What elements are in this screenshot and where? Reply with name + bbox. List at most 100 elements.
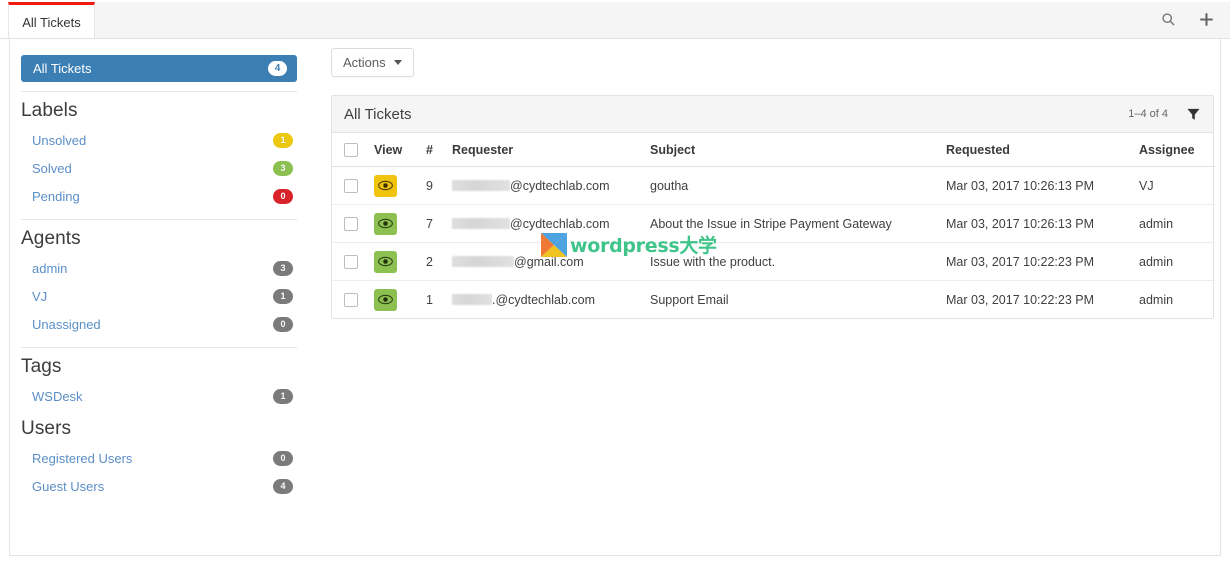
sidebar-item-unsolved[interactable]: Unsolved 1: [21, 126, 297, 154]
sidebar-item-registered-users-label: Registered Users: [32, 450, 133, 466]
sidebar-item-vj-label: VJ: [32, 288, 48, 304]
sidebar-item-unsolved-count: 1: [273, 132, 293, 148]
col-select-all: [332, 133, 374, 167]
row-number: 9: [426, 166, 452, 205]
sidebar-heading-agents: Agents: [21, 228, 81, 249]
actions-button-label: Actions: [343, 55, 386, 70]
col-assignee: Assignee: [1139, 133, 1215, 167]
row-select-cell: [332, 204, 374, 243]
tickets-card-title: All Tickets: [344, 105, 412, 123]
col-requested: Requested: [946, 133, 1139, 167]
sidebar-item-unassigned[interactable]: Unassigned 0: [21, 310, 297, 338]
eye-icon[interactable]: [374, 250, 397, 273]
sidebar-item-unsolved-label: Unsolved: [32, 132, 87, 148]
eye-icon[interactable]: [374, 174, 397, 197]
row-number: 1: [426, 292, 433, 307]
plus-icon[interactable]: [1196, 9, 1216, 29]
row-view-cell: [374, 281, 426, 319]
funnel-icon[interactable]: [1187, 108, 1200, 121]
sidebar-item-wsdesk-count: 1: [273, 388, 293, 404]
sidebar-item-wsdesk[interactable]: WSDesk 1: [21, 382, 297, 410]
row-select-cell: [332, 242, 374, 281]
chevron-down-icon: [393, 60, 402, 65]
row-checkbox[interactable]: [344, 216, 358, 231]
row-view-cell: [374, 242, 426, 281]
sidebar-item-registered-users[interactable]: Registered Users 0: [21, 444, 297, 472]
table-row[interactable]: 7 @cydtechlab.com About the Issue in Str…: [332, 204, 1215, 243]
col-number: #: [426, 133, 452, 167]
select-all-checkbox[interactable]: [344, 142, 358, 157]
tickets-card-header: All Tickets 1–4 of 4: [332, 96, 1213, 133]
redacted-block: [452, 293, 492, 305]
row-requester: .@cydtechlab.com: [452, 281, 650, 319]
tickets-card: All Tickets 1–4 of 4 View # Requester Su…: [331, 95, 1215, 319]
tab-all-tickets[interactable]: All Tickets: [8, 2, 95, 39]
row-requested: Mar 03, 2017 10:26:13 PM: [946, 204, 1139, 243]
sidebar-item-registered-users-count: 0: [273, 450, 293, 466]
tickets-card-header-right: 1–4 of 4: [1128, 108, 1200, 121]
sidebar-item-vj-count: 1: [273, 288, 293, 304]
row-number: 7: [426, 204, 452, 243]
sidebar-heading-tags: Tags: [21, 356, 62, 377]
redacted-block: [452, 179, 510, 191]
tickets-table: View # Requester Subject Requested Assig…: [332, 133, 1215, 318]
row-view-cell: [374, 204, 426, 243]
row-number: 2: [426, 242, 452, 281]
sidebar-item-vj[interactable]: VJ 1: [21, 282, 297, 310]
sidebar-item-admin-count: 3: [273, 260, 293, 276]
row-subject[interactable]: About the Issue in Stripe Payment Gatewa…: [650, 204, 946, 243]
col-view: View: [374, 133, 426, 167]
table-row[interactable]: 9 @cydtechlab.com goutha Mar 03, 2017 10…: [332, 166, 1215, 205]
sidebar-item-admin[interactable]: admin 3: [21, 254, 297, 282]
tab-all-tickets-label: All Tickets: [22, 14, 81, 30]
sidebar-item-solved[interactable]: Solved 3: [21, 154, 297, 182]
tab-bar-strip: [95, 2, 1230, 39]
row-assignee: VJ: [1139, 166, 1215, 205]
row-checkbox[interactable]: [344, 292, 358, 307]
sidebar-item-pending-label: Pending: [32, 188, 80, 204]
eye-icon[interactable]: [374, 288, 397, 311]
row-checkbox[interactable]: [344, 254, 358, 269]
row-requester: @cydtechlab.com: [452, 166, 650, 205]
row-subject[interactable]: Support Email: [650, 281, 946, 319]
row-assignee: admin: [1139, 242, 1215, 281]
row-requester-text: @cydtechlab.com: [510, 178, 610, 193]
sidebar-item-admin-label: admin: [32, 260, 68, 276]
sidebar-item-unassigned-label: Unassigned: [32, 316, 101, 332]
table-row[interactable]: 2 @gmail.com Issue with the product. Mar…: [332, 242, 1215, 281]
row-requested: Mar 03, 2017 10:22:23 PM: [946, 242, 1139, 281]
sidebar-divider: [21, 347, 297, 348]
row-subject[interactable]: Issue with the product.: [650, 242, 946, 281]
search-icon[interactable]: [1158, 9, 1178, 29]
sidebar-item-all-tickets[interactable]: All Tickets 4: [21, 55, 297, 82]
row-checkbox[interactable]: [344, 178, 358, 193]
sidebar-item-all-tickets-count: 4: [268, 61, 287, 76]
sidebar-item-unassigned-count: 0: [273, 316, 293, 332]
table-row[interactable]: 1 .@cydtechlab.com Support Email Mar 03,…: [332, 281, 1215, 319]
sidebar: All Tickets 4 Labels Unsolved 1 Solved 3…: [21, 55, 297, 500]
sidebar-item-guest-users[interactable]: Guest Users 4: [21, 472, 297, 500]
sidebar-item-pending-count: 0: [273, 188, 293, 204]
row-requester: @gmail.com: [452, 242, 650, 281]
row-requested: Mar 03, 2017 10:26:13 PM: [946, 166, 1139, 205]
row-requester-text: .@cydtechlab.com: [492, 292, 596, 307]
row-assignee: admin: [1139, 292, 1174, 307]
sidebar-item-wsdesk-label: WSDesk: [32, 388, 83, 404]
sidebar-heading-users: Users: [21, 418, 72, 439]
sidebar-item-all-tickets-label: All Tickets: [33, 61, 92, 76]
row-assignee: admin: [1139, 204, 1215, 243]
actions-button[interactable]: Actions: [331, 48, 414, 77]
sidebar-heading-labels: Labels: [21, 100, 78, 121]
col-requester: Requester: [452, 133, 650, 167]
sidebar-item-guest-users-count: 4: [273, 478, 293, 494]
sidebar-divider: [21, 91, 297, 92]
row-subject[interactable]: goutha: [650, 166, 946, 205]
sidebar-item-guest-users-label: Guest Users: [32, 478, 105, 494]
row-requester: @cydtechlab.com: [452, 204, 650, 243]
row-requested: Mar 03, 2017 10:22:23 PM: [946, 292, 1095, 307]
pagination-label: 1–4 of 4: [1128, 108, 1168, 120]
sidebar-item-pending[interactable]: Pending 0: [21, 182, 297, 210]
col-subject: Subject: [650, 133, 946, 167]
eye-icon[interactable]: [374, 212, 397, 235]
tab-bar-actions: [1158, 9, 1216, 29]
